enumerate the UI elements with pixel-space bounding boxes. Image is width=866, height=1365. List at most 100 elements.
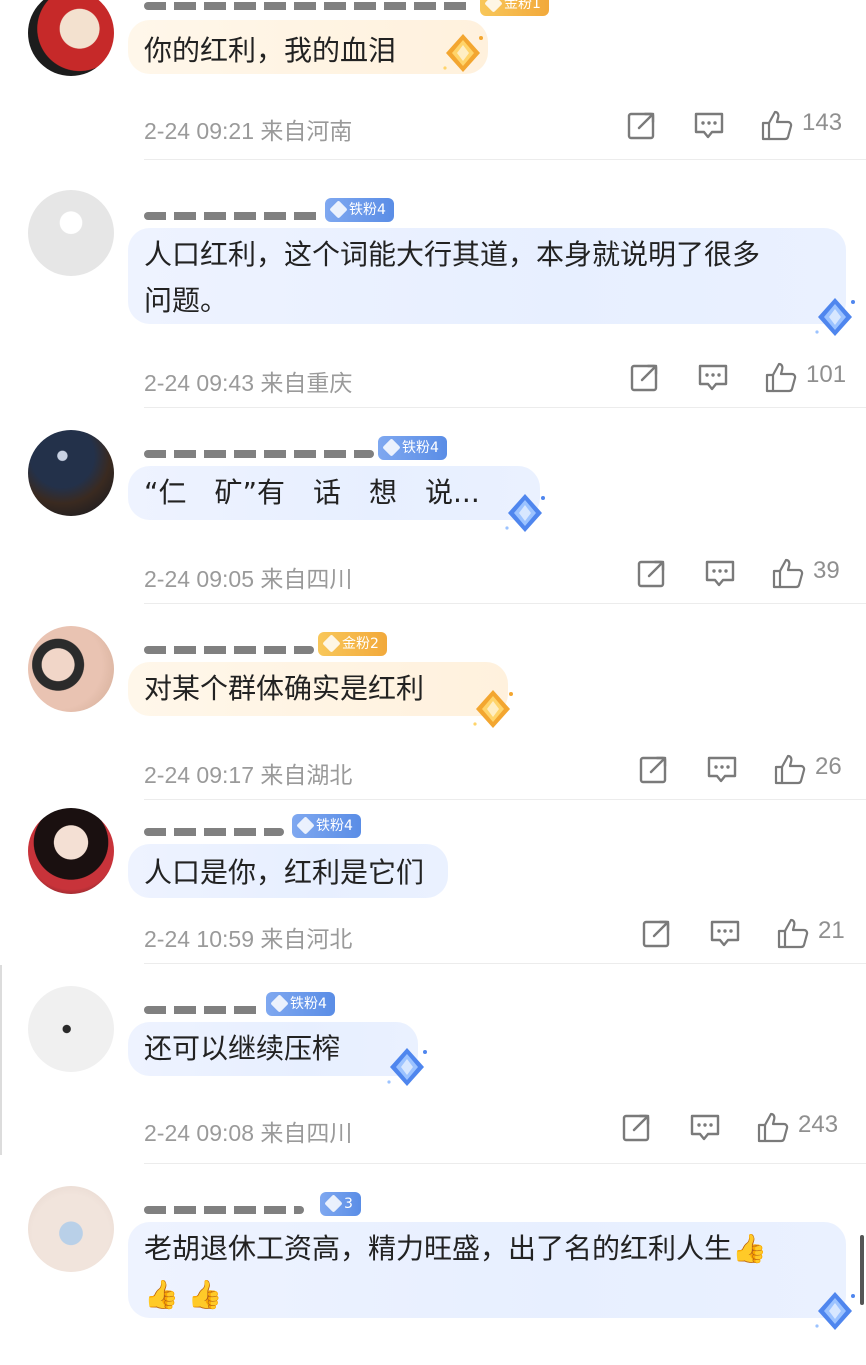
comment-text: 人口是你，红利是它们 — [144, 850, 424, 896]
reply-button[interactable] — [688, 1110, 722, 1144]
like-count: 101 — [806, 361, 847, 388]
fan-level-badge[interactable]: 金粉1 — [480, 0, 549, 16]
comment-icon — [694, 112, 724, 139]
left-edge-line — [0, 965, 2, 1155]
share-icon — [627, 112, 655, 140]
fan-gem-icon — [815, 298, 855, 336]
share-button[interactable] — [635, 556, 669, 590]
username-obscured[interactable] — [144, 2, 474, 10]
comment-actions: 143 — [0, 108, 866, 142]
comment-icon — [710, 920, 740, 947]
share-icon — [622, 1114, 650, 1142]
comment-item: 铁粉4 “仁 矿”有 话 想 说... 2-24 09:05 来自四川 39 — [0, 408, 866, 604]
comment-item: 铁粉4 人口是你，红利是它们 2-24 10:59 来自河北 21 — [0, 800, 866, 964]
thumbs-up-icon — [765, 362, 797, 393]
like-button[interactable] — [771, 556, 805, 590]
thumbs-up-icon — [777, 918, 809, 949]
fan-level-badge[interactable]: 铁粉4 — [266, 992, 335, 1016]
comment-text: 人口红利，这个词能大行其道，本身就说明了很多 问题。 — [144, 232, 760, 324]
badge-label: 3 — [344, 1196, 353, 1212]
comment-text-line: 👍 👍 — [144, 1278, 223, 1311]
fan-gem-icon — [387, 1048, 427, 1086]
badge-diamond-icon — [324, 1194, 343, 1213]
badge-diamond-icon — [382, 438, 401, 457]
fan-gem-icon — [505, 494, 545, 532]
comment-icon — [707, 756, 737, 783]
comment-actions: 39 — [0, 556, 866, 590]
reply-button[interactable] — [705, 752, 739, 786]
fan-gem-icon — [473, 690, 513, 728]
badge-diamond-icon — [322, 634, 341, 653]
fan-gem-icon — [443, 34, 483, 72]
like-count: 21 — [818, 917, 845, 944]
comment-text-line: 对某个群体确实是红利 — [144, 672, 425, 705]
avatar[interactable] — [28, 190, 114, 276]
avatar[interactable] — [28, 626, 114, 712]
like-button[interactable] — [773, 752, 807, 786]
badge-label: 金粉1 — [504, 0, 541, 12]
fan-level-badge[interactable]: 3 — [320, 1192, 361, 1216]
avatar[interactable] — [28, 430, 114, 516]
thumbs-up-icon — [774, 754, 806, 785]
like-count: 39 — [813, 557, 840, 584]
fan-gem-icon — [815, 1292, 855, 1330]
share-button[interactable] — [628, 360, 662, 394]
username-obscured[interactable] — [144, 1006, 264, 1014]
badge-diamond-icon — [296, 816, 315, 835]
comment-item: 金粉1 你的红利，我的血泪 2-24 09:21 来自河南 143 — [0, 0, 866, 160]
comment-text-line: 人口是你，红利是它们 — [144, 856, 425, 889]
badge-label: 铁粉4 — [402, 440, 439, 456]
comment-divider — [144, 159, 866, 160]
comment-text-line: 还可以继续压榨 — [144, 1032, 341, 1065]
scrollbar[interactable] — [860, 1235, 864, 1305]
avatar[interactable] — [28, 808, 114, 894]
comment-icon — [698, 364, 728, 391]
comment-text: 你的红利，我的血泪 — [144, 28, 396, 74]
username-obscured[interactable] — [144, 212, 324, 220]
badge-diamond-icon — [329, 200, 348, 219]
like-button[interactable] — [756, 1110, 790, 1144]
fan-level-badge[interactable]: 铁粉4 — [378, 436, 447, 460]
comment-icon — [690, 1114, 720, 1141]
thumbs-up-icon — [772, 558, 804, 589]
share-icon — [642, 920, 670, 948]
like-button[interactable] — [760, 108, 794, 142]
username-obscured[interactable] — [144, 828, 284, 836]
comment-actions: 101 — [0, 360, 866, 394]
share-button[interactable] — [620, 1110, 654, 1144]
username-obscured[interactable] — [144, 646, 314, 654]
reply-button[interactable] — [696, 360, 730, 394]
avatar[interactable] — [28, 0, 114, 76]
fan-level-badge[interactable]: 金粉2 — [318, 632, 387, 656]
share-button[interactable] — [640, 916, 674, 950]
comment-text-line: 人口红利，这个词能大行其道，本身就说明了很多 — [144, 238, 761, 271]
thumbs-up-icon — [757, 1112, 789, 1143]
badge-label: 铁粉4 — [290, 996, 327, 1012]
fan-level-badge[interactable]: 铁粉4 — [325, 198, 394, 222]
comment-actions: 243 — [0, 1110, 866, 1144]
badge-diamond-icon — [270, 994, 289, 1013]
reply-button[interactable] — [708, 916, 742, 950]
comment-text: 对某个群体确实是红利 — [144, 666, 424, 712]
fan-level-badge[interactable]: 铁粉4 — [292, 814, 361, 838]
like-button[interactable] — [776, 916, 810, 950]
reply-button[interactable] — [692, 108, 726, 142]
like-button[interactable] — [764, 360, 798, 394]
share-button[interactable] — [637, 752, 671, 786]
comment-text-line: 老胡退休工资高，精力旺盛，出了名的红利人生👍 — [144, 1232, 767, 1265]
username-obscured[interactable] — [144, 450, 374, 458]
share-button[interactable] — [625, 108, 659, 142]
thumbs-up-icon — [761, 110, 793, 141]
like-count: 243 — [798, 1111, 839, 1138]
comment-text: “仁 矿”有 话 想 说... — [144, 470, 480, 516]
avatar[interactable] — [28, 1186, 114, 1272]
badge-diamond-icon — [484, 0, 503, 13]
username-obscured[interactable] — [144, 1206, 304, 1214]
comment-text-line: 你的红利，我的血泪 — [144, 34, 397, 67]
comment-text-line: 问题。 — [144, 284, 229, 317]
reply-button[interactable] — [703, 556, 737, 590]
comment-item: 铁粉4 人口红利，这个词能大行其道，本身就说明了很多 问题。 2-24 09:43 来… — [0, 170, 866, 408]
comment-icon — [705, 560, 735, 587]
avatar[interactable] — [28, 986, 114, 1072]
badge-label: 铁粉4 — [316, 818, 353, 834]
